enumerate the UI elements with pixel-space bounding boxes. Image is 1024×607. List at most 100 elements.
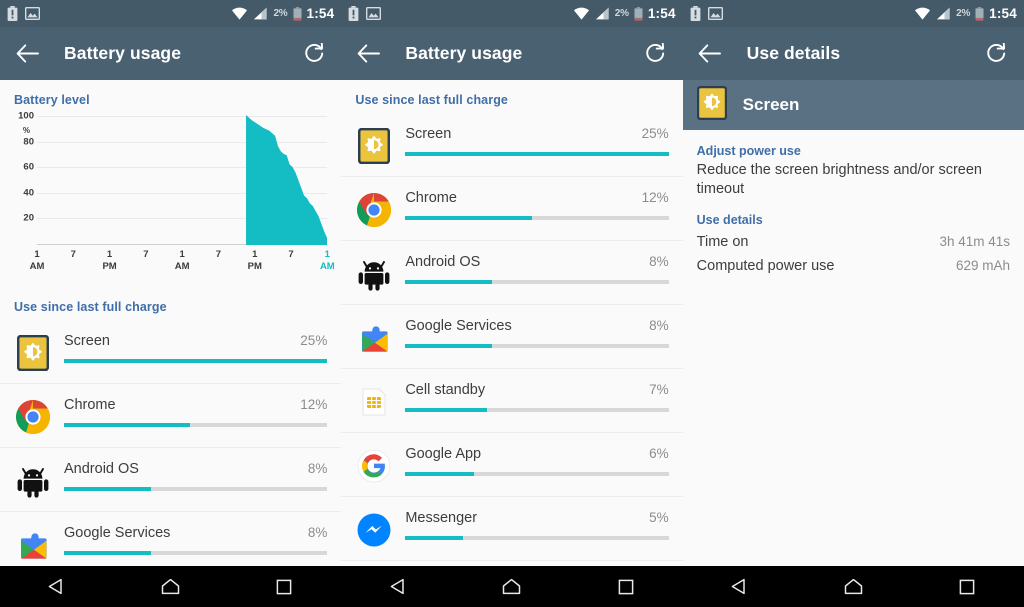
nav-back-button[interactable] (717, 566, 763, 607)
app-usage-bar (405, 280, 669, 284)
nav-back-icon (731, 578, 745, 595)
page-title: Battery usage (64, 43, 182, 63)
app-percent: 6% (649, 446, 669, 461)
app-usage-bar-fill (405, 280, 493, 284)
use-detail-row: Time on 3h 41m 41s (697, 230, 1010, 254)
nav-back-button[interactable] (375, 566, 421, 607)
chart-y-tick-label: 20 (23, 212, 34, 224)
google-g-icon (357, 449, 391, 483)
nav-bar-2 (341, 566, 683, 607)
nav-back-button[interactable] (34, 566, 80, 607)
app-name: Android OS (405, 254, 481, 270)
nav-recents-button[interactable] (261, 566, 307, 607)
app-percent: 12% (641, 190, 669, 205)
app-name: Messenger (405, 510, 478, 526)
arrow-back-icon (16, 44, 39, 63)
app-usage-row[interactable]: Screen 25% (341, 113, 683, 177)
cell-signal-icon (595, 7, 609, 20)
refresh-button[interactable] (643, 41, 669, 67)
adjust-power-use-text: Reduce the screen brightness and/or scre… (696, 162, 982, 197)
battery-level-chart: 100 80 60 40 20% 1 AM 7 1 PM 7 1 AM 7 1 PM 7 1 AM (0, 111, 341, 287)
app-usage-bar (64, 359, 328, 363)
nav-home-button[interactable] (489, 566, 535, 607)
adjust-power-use-label: Adjust power use (696, 144, 801, 158)
app-usage-row[interactable]: Messenger 5% (341, 497, 683, 561)
image-icon (707, 7, 723, 20)
nav-home-icon (844, 578, 863, 595)
image-icon (25, 7, 40, 20)
status-bar-right: 2% 1:54 (231, 6, 334, 21)
sim-card-icon (355, 383, 393, 421)
chart-plot-area (37, 115, 328, 245)
use-detail-row: Computed power use 629 mAh (697, 254, 1010, 278)
screen-brightness-icon (17, 335, 49, 371)
chrome-icon (15, 400, 51, 435)
battery-alert-icon (7, 6, 18, 21)
image-icon (366, 7, 382, 20)
battery-alert-icon (348, 6, 359, 21)
toolbar: Battery usage (0, 27, 342, 80)
cell-signal-icon (254, 7, 268, 20)
screenshot-root: 2% 1:54 Battery usage Battery level 100 8… (0, 0, 1024, 607)
app-usage-row[interactable]: Google App 6% (341, 433, 683, 497)
app-name: Screen (405, 126, 452, 142)
app-percent: 8% (307, 525, 328, 540)
refresh-button[interactable] (301, 41, 327, 67)
app-usage-row[interactable]: Cell standby 7% (341, 369, 683, 433)
app-name: Google Services (405, 318, 512, 334)
nav-home-icon (503, 578, 521, 595)
nav-recents-button[interactable] (603, 566, 649, 607)
app-percent: 8% (649, 318, 669, 333)
refresh-icon (987, 43, 1006, 62)
arrow-back-icon (357, 44, 380, 63)
screen-brightness-icon (355, 127, 393, 165)
google-play-services-icon (362, 326, 388, 352)
status-bar-left (7, 6, 40, 21)
refresh-button[interactable] (984, 41, 1010, 67)
app-percent: 8% (649, 254, 669, 269)
status-battery-percent: 2% (956, 8, 971, 19)
nav-back-icon (49, 578, 63, 595)
nav-bar-3 (682, 566, 1024, 607)
chrome-icon (357, 192, 392, 228)
chart-y-tick-label: 40 (23, 187, 34, 199)
screen-brightness-icon (14, 334, 52, 372)
app-name: Android OS (64, 461, 139, 477)
back-button[interactable] (14, 41, 40, 67)
app-usage-bar-fill (405, 408, 487, 412)
chart-x-tick-label: 1 PM (247, 249, 262, 272)
back-button[interactable] (697, 41, 723, 67)
nav-home-button[interactable] (148, 566, 194, 607)
app-percent: 5% (649, 510, 669, 525)
app-name: Chrome (64, 397, 116, 413)
app-usage-bar (64, 423, 328, 427)
app-usage-bar-fill (405, 536, 464, 540)
app-usage-row[interactable]: Android OS 8% (0, 448, 342, 512)
app-usage-bar-fill (405, 472, 474, 476)
status-clock: 1:54 (306, 6, 335, 21)
back-button[interactable] (355, 41, 381, 67)
app-usage-row[interactable]: Screen 25% (0, 320, 342, 384)
app-usage-row[interactable]: Chrome 12% (0, 384, 342, 448)
panel-1-content[interactable]: Battery level 100 80 60 40 20% 1 AM 7 1 PM 7 1 AM 7 1… (0, 80, 342, 607)
nav-recents-icon (277, 579, 292, 594)
app-usage-row[interactable]: Chrome 12% (341, 177, 683, 241)
app-usage-row[interactable]: Android OS 8% (341, 241, 683, 305)
battery-icon (975, 6, 984, 21)
refresh-icon (305, 43, 323, 62)
nav-home-button[interactable] (830, 566, 876, 607)
app-name: Google Services (64, 525, 171, 541)
app-usage-bar-fill (405, 344, 493, 348)
app-usage-bar-fill (64, 423, 191, 427)
google-play-services-icon (21, 533, 47, 559)
nav-recents-button[interactable] (944, 566, 990, 607)
cell-signal-icon (936, 7, 950, 20)
app-usage-row[interactable]: Google Services 8% (341, 305, 683, 369)
battery-icon (293, 6, 301, 21)
android-icon (358, 261, 390, 291)
chrome-icon (355, 191, 393, 229)
panel-2-content[interactable]: Use since last full charge Screen 25% Chro… (341, 80, 683, 607)
status-bar-2: 2% 1:54 (341, 0, 683, 27)
status-battery-percent: 2% (614, 8, 629, 19)
chart-canvas: 100 80 60 40 20% 1 AM 7 1 PM 7 1 AM 7 1 PM 7 1 AM (6, 111, 335, 273)
